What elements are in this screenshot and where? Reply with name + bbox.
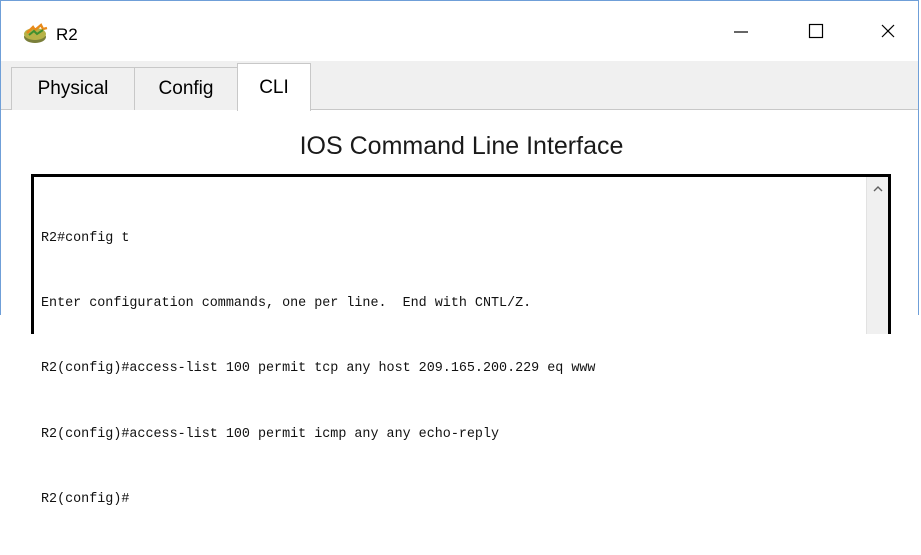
close-icon: [880, 23, 896, 44]
title-bar[interactable]: R2: [1, 1, 918, 61]
router-device-icon: [23, 23, 49, 45]
tab-physical[interactable]: Physical: [11, 67, 135, 110]
close-button[interactable]: [865, 13, 911, 53]
console-line: R2(config)#access-list 100 permit tcp an…: [41, 361, 596, 377]
tab-config[interactable]: Config: [134, 67, 238, 110]
scroll-up-button[interactable]: [867, 181, 888, 197]
minimize-icon: [733, 23, 749, 44]
console-output[interactable]: R2#config t Enter configuration commands…: [41, 184, 864, 555]
maximize-icon: [808, 23, 824, 44]
tab-strip: Physical Config CLI: [1, 61, 918, 111]
cli-console[interactable]: R2#config t Enter configuration commands…: [31, 174, 891, 507]
minimize-button[interactable]: [718, 13, 764, 53]
console-line: R2#config t: [41, 230, 130, 246]
cli-panel: IOS Command Line Interface R2#config t E…: [1, 110, 918, 507]
console-line: R2(config)#access-list 100 permit icmp a…: [41, 426, 500, 442]
cli-heading: IOS Command Line Interface: [299, 132, 624, 160]
console-scrollbar[interactable]: [866, 177, 888, 334]
tab-cli[interactable]: CLI: [237, 63, 311, 111]
maximize-button[interactable]: [793, 13, 839, 53]
console-line: Enter configuration commands, one per li…: [41, 295, 532, 311]
window-title: R2: [56, 25, 78, 44]
console-prompt-line: R2(config)#: [41, 492, 130, 508]
device-window: R2 Physical Config CLI IOS Command Line …: [0, 0, 919, 507]
chevron-up-icon: [873, 180, 883, 198]
